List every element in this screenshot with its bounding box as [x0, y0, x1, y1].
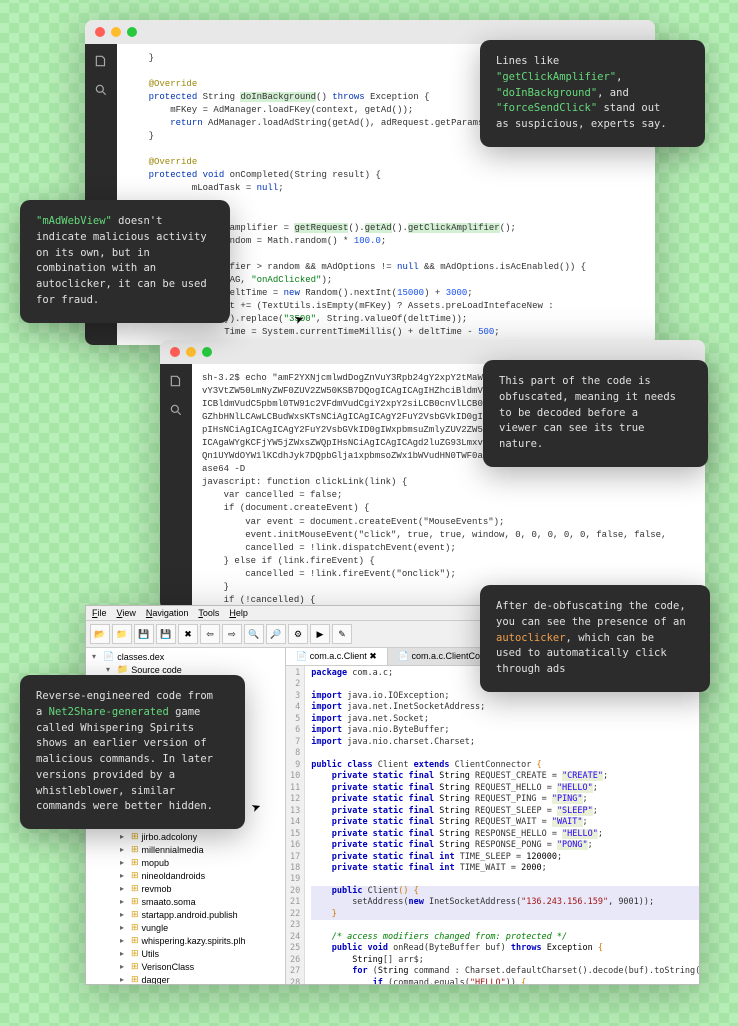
menu-navigation[interactable]: Navigation: [146, 608, 189, 618]
menu-file[interactable]: File: [92, 608, 107, 618]
tree-root[interactable]: ▾📄 classes.dex: [88, 650, 283, 663]
tree-item[interactable]: ▸⊞ dagger: [88, 973, 283, 984]
run-icon[interactable]: ▶: [310, 624, 330, 644]
tree-item[interactable]: ▸⊞ nineoldandroids: [88, 869, 283, 882]
tab-active[interactable]: 📄 com.a.c.Client ✖: [286, 648, 388, 665]
open-folder-icon[interactable]: 📁: [112, 624, 132, 644]
tree-item[interactable]: ▸⊞ vungle: [88, 921, 283, 934]
tree-item[interactable]: ▸⊞ millennialmedia: [88, 843, 283, 856]
menu-tools[interactable]: Tools: [198, 608, 219, 618]
save-icon[interactable]: 💾: [134, 624, 154, 644]
callout-right-lower: After de-obfuscating the code, you can s…: [480, 585, 710, 692]
edit-icon[interactable]: ✎: [332, 624, 352, 644]
java-editor[interactable]: 1 2 3 4 5 6 7 8 9 10 11 12 13 14 15 16 1…: [286, 666, 699, 984]
line-gutter: 1 2 3 4 5 6 7 8 9 10 11 12 13 14 15 16 1…: [286, 666, 305, 984]
menu-help[interactable]: Help: [229, 608, 248, 618]
tree-item[interactable]: ▸⊞ Utils: [88, 947, 283, 960]
settings-icon[interactable]: ⚙: [288, 624, 308, 644]
zoom-icon[interactable]: [127, 27, 137, 37]
search-icon[interactable]: 🔍: [244, 624, 264, 644]
menu-view[interactable]: View: [117, 608, 136, 618]
search-icon[interactable]: [169, 403, 183, 420]
close-icon[interactable]: [170, 347, 180, 357]
close-icon[interactable]: ✖: [178, 624, 198, 644]
files-icon[interactable]: [169, 374, 183, 391]
tree-item[interactable]: ▸⊞ VerisonClass: [88, 960, 283, 973]
minimize-icon[interactable]: [111, 27, 121, 37]
tree-item[interactable]: ▸⊞ whispering.kazy.spirits.plh: [88, 934, 283, 947]
find-icon[interactable]: 🔎: [266, 624, 286, 644]
tree-item[interactable]: ▸⊞ jirbo.adcolony: [88, 830, 283, 843]
callout-left-1: "mAdWebView" doesn't indicate malicious …: [20, 200, 230, 323]
tree-item[interactable]: ▸⊞ mopub: [88, 856, 283, 869]
tree-item[interactable]: ▸⊞ startapp.android.publish: [88, 908, 283, 921]
back-icon[interactable]: ⇦: [200, 624, 220, 644]
callout-left-2: Reverse-engineered code from a Net2Share…: [20, 675, 245, 829]
files-icon[interactable]: [94, 54, 108, 71]
save-all-icon[interactable]: 💾: [156, 624, 176, 644]
zoom-icon[interactable]: [202, 347, 212, 357]
tree-item[interactable]: ▸⊞ revmob: [88, 882, 283, 895]
minimize-icon[interactable]: [186, 347, 196, 357]
open-icon[interactable]: 📂: [90, 624, 110, 644]
callout-right-mid: This part of the code is obfuscated, mea…: [483, 360, 708, 467]
close-icon[interactable]: [95, 27, 105, 37]
callout-top-right: Lines like "getClickAmplifier", "doInBac…: [480, 40, 705, 147]
gutter-2: [160, 364, 192, 610]
forward-icon[interactable]: ⇨: [222, 624, 242, 644]
tree-item[interactable]: ▸⊞ smaato.soma: [88, 895, 283, 908]
search-icon[interactable]: [94, 83, 108, 100]
